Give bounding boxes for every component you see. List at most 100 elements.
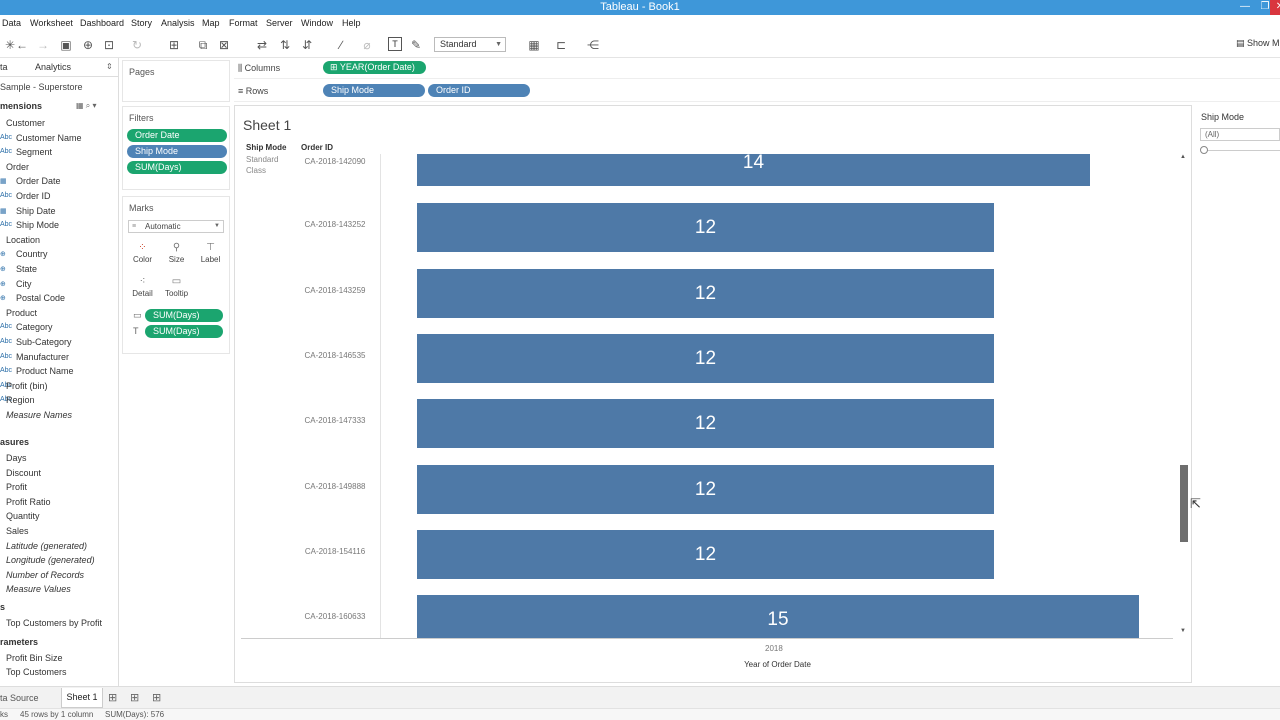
highlight-icon[interactable]: ∕ — [333, 37, 349, 53]
dimension-field[interactable]: Order — [6, 162, 29, 172]
dimension-field[interactable]: Customer — [6, 118, 45, 128]
clear-sheet-icon[interactable]: ⊠ — [216, 37, 232, 53]
dimension-field[interactable]: Location — [6, 235, 40, 245]
measure-field[interactable]: Profit Ratio — [6, 497, 51, 507]
new-worksheet-tab-icon[interactable]: ⊞ — [108, 691, 117, 704]
scroll-up-icon[interactable]: ▲ — [1180, 154, 1186, 160]
new-dashboard-tab-icon[interactable]: ⊞ — [130, 691, 139, 704]
group-members-icon[interactable]: ⌀ — [359, 37, 375, 53]
swap-rows-columns-icon[interactable]: ⇄ — [254, 37, 270, 53]
order-id-label[interactable]: CA-2018-142090 — [295, 157, 375, 166]
data-source-item[interactable]: Sample - Superstore — [0, 82, 83, 92]
measure-field[interactable]: Days — [6, 453, 27, 463]
rows-shelf[interactable]: ≡ Rows Ship Mode Order ID — [234, 82, 1280, 102]
menu-format[interactable]: Format — [229, 18, 258, 28]
order-id-label[interactable]: CA-2018-143259 — [295, 286, 375, 295]
measure-field[interactable]: Latitude (generated) — [6, 541, 87, 551]
menu-story[interactable]: Story — [131, 18, 152, 28]
bar-mark[interactable]: 12 — [417, 268, 994, 318]
columns-shelf[interactable]: ⫼ Columns ⊞ YEAR(Order Date) — [234, 59, 1280, 79]
refresh-icon[interactable]: ↻ — [129, 37, 145, 53]
menu-window[interactable]: Window — [301, 18, 333, 28]
marks-label-button[interactable]: ⊤ Label — [196, 240, 225, 269]
close-button[interactable]: ✕ — [1270, 0, 1280, 15]
measure-field[interactable]: Number of Records — [6, 570, 84, 580]
vertical-scrollbar[interactable]: ▲ ▼ — [1179, 154, 1189, 640]
dimension-field[interactable]: Manufacturer — [16, 352, 69, 362]
order-id-label[interactable]: CA-2018-147333 — [295, 416, 375, 425]
filter-pill-order-date[interactable]: Order Date — [127, 129, 227, 142]
ship-mode-slider-track[interactable] — [1204, 150, 1280, 151]
measure-field[interactable]: Longitude (generated) — [6, 555, 95, 565]
sheet-title[interactable]: Sheet 1 — [243, 117, 291, 133]
show-mark-labels-icon[interactable]: T — [388, 37, 402, 51]
duplicate-sheet-icon[interactable]: ⧉ — [195, 37, 211, 53]
pane-menu-icon[interactable]: ⇕ — [106, 62, 113, 71]
parameter-field[interactable]: Profit Bin Size — [6, 653, 63, 663]
rows-pill-order-id[interactable]: Order ID — [428, 84, 530, 97]
chevron-down-icon[interactable]: ▾ — [93, 101, 97, 110]
dimension-field[interactable]: Product Name — [16, 366, 74, 376]
header-ship-mode[interactable]: Ship Mode — [246, 143, 286, 152]
dimension-field[interactable]: State — [16, 264, 37, 274]
columns-pill-year-order-date[interactable]: ⊞ YEAR(Order Date) — [323, 61, 426, 74]
pages-card[interactable]: Pages — [122, 60, 230, 102]
dimension-field[interactable]: Customer Name — [16, 133, 82, 143]
scrollbar-thumb[interactable] — [1180, 465, 1188, 542]
measure-field[interactable]: Measure Values — [6, 584, 71, 594]
bar-mark[interactable]: 12 — [417, 529, 994, 579]
sort-descending-icon[interactable]: ⇵ — [299, 37, 315, 53]
dimension-field[interactable]: Order ID — [16, 191, 51, 201]
sort-ascending-icon[interactable]: ⇅ — [277, 37, 293, 53]
bar-mark[interactable]: 12 — [417, 399, 994, 449]
menu-analysis[interactable]: Analysis — [161, 18, 195, 28]
minimize-button[interactable]: — — [1234, 0, 1256, 15]
scroll-down-icon[interactable]: ▼ — [1180, 628, 1186, 634]
order-id-label[interactable]: CA-2018-143252 — [295, 220, 375, 229]
dimension-field[interactable]: Ship Mode — [16, 220, 59, 230]
dimension-field[interactable]: Category — [16, 322, 53, 332]
set-field[interactable]: Top Customers by Profit — [6, 618, 102, 628]
show-me-button[interactable]: ▤ Show M — [1236, 38, 1280, 49]
measure-field[interactable]: Quantity — [6, 511, 40, 521]
marks-size-button[interactable]: ⚲ Size — [162, 240, 191, 269]
filter-pill-sum-days[interactable]: SUM(Days) — [127, 161, 227, 174]
dimension-field[interactable]: Order Date — [16, 176, 61, 186]
order-id-label[interactable]: CA-2018-149888 — [295, 482, 375, 491]
search-icon[interactable]: ⌕ — [86, 101, 90, 110]
ship-mode-filter-select[interactable]: (All) — [1200, 128, 1280, 141]
ship-mode-slider-knob[interactable] — [1200, 146, 1208, 154]
filters-card[interactable]: Filters Order Date Ship Mode SUM(Days) — [122, 106, 230, 190]
fit-select[interactable]: Standard ▼ — [434, 37, 506, 52]
bar-mark[interactable]: 12 — [417, 333, 994, 383]
order-id-label[interactable]: CA-2018-146535 — [295, 351, 375, 360]
dimension-field[interactable]: Ship Date — [16, 206, 56, 216]
parameter-field[interactable]: Top Customers — [6, 667, 67, 677]
measure-field[interactable]: Profit — [6, 482, 27, 492]
measure-field[interactable]: Discount — [6, 468, 41, 478]
pause-updates-icon[interactable]: ⊡ — [101, 37, 117, 53]
bar-mark[interactable]: 15 — [417, 595, 1139, 639]
marks-tooltip-button[interactable]: ▭ Tooltip — [162, 274, 191, 303]
dimension-field[interactable]: Measure Names — [6, 410, 72, 420]
new-worksheet-icon[interactable]: ⊞ — [166, 37, 182, 53]
show-cards-icon[interactable]: ▦ — [526, 37, 542, 53]
dimension-field[interactable]: Product — [6, 308, 37, 318]
dimension-field[interactable]: Segment — [16, 147, 52, 157]
undo-icon[interactable]: ← — [14, 37, 30, 53]
share-icon[interactable]: ⋲ — [585, 37, 601, 53]
marks-detail-button[interactable]: ⁖ Detail — [128, 274, 157, 303]
tab-data[interactable]: ta — [0, 62, 8, 72]
new-story-tab-icon[interactable]: ⊞ — [152, 691, 161, 704]
order-id-label[interactable]: CA-2018-160633 — [295, 612, 375, 621]
rows-pill-ship-mode[interactable]: Ship Mode — [323, 84, 425, 97]
save-icon[interactable]: ▣ — [58, 37, 74, 53]
tab-analytics[interactable]: Analytics — [35, 62, 71, 72]
dimension-field[interactable]: City — [16, 279, 32, 289]
mark-type-select[interactable]: ≡ Automatic ▼ — [128, 220, 224, 233]
redo-icon[interactable]: → — [35, 37, 51, 53]
bar-mark[interactable]: 14 — [417, 153, 1090, 186]
fix-axes-icon[interactable]: ✎ — [408, 37, 424, 53]
menu-server[interactable]: Server — [266, 18, 293, 28]
dimension-field[interactable]: Country — [16, 249, 48, 259]
